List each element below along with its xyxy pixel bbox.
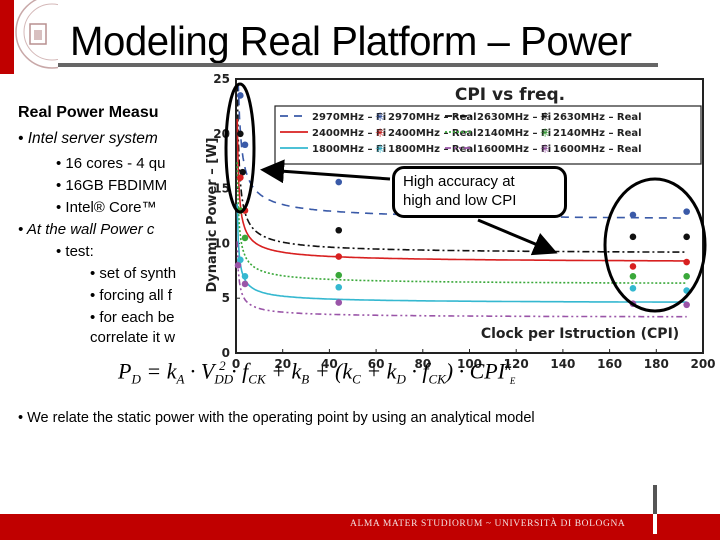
slide-title: Modeling Real Platform – Power — [70, 18, 632, 64]
real-point-2630MHz — [629, 233, 637, 241]
real-point-1600MHz — [241, 280, 249, 288]
real-point-2400MHz — [335, 253, 343, 260]
legend-star-icon: ✳ — [375, 126, 385, 140]
real-point-2970MHz — [683, 208, 690, 215]
real-point-1600MHz — [683, 301, 690, 309]
real-point-1800MHz — [241, 272, 249, 280]
annotation-callout: High accuracy at high and low CPI — [392, 166, 567, 218]
formula-sub: CK — [428, 371, 446, 387]
legend-star-icon: ✳ — [375, 110, 385, 124]
chart-title: CPI vs freq. — [455, 85, 565, 105]
chart-svg: 0 20 40 60 80 100 120 140 160 180 2000510152025CPI… — [205, 72, 716, 371]
formula-lhs-sub: D — [131, 371, 141, 387]
bullet-1-1: • 16 cores - 4 qu — [56, 155, 166, 172]
footer-divider — [653, 485, 657, 514]
bullet-2-1: • test: — [56, 243, 94, 260]
real-point-2630MHz — [237, 130, 244, 138]
legend-star-icon: ✳ — [375, 142, 385, 156]
bullet-2-1-3-cont: correlate it w — [90, 329, 176, 346]
formula-lhs: P — [118, 358, 132, 384]
real-point-2140MHz — [241, 234, 249, 242]
formula-part: + k — [360, 358, 397, 384]
real-point-2970MHz — [237, 92, 244, 99]
legend-label-real: 2400MHz – Real — [388, 128, 477, 139]
bullet-1-2: • 16GB FBDIMM — [56, 177, 168, 194]
formula-sub: B — [301, 371, 310, 387]
bullet-2: • At the wall Power c — [18, 221, 155, 238]
real-point-2970MHz — [629, 211, 637, 219]
formula-sup: k — [505, 358, 511, 373]
bottom-bullet: • We relate the static power with the op… — [18, 410, 535, 426]
university-seal-logo — [15, 0, 58, 69]
legend-label-real: 1600MHz – Real — [553, 144, 642, 155]
formula-sub: D — [396, 371, 406, 387]
x-tick-label: 160 — [597, 357, 622, 370]
real-point-2400MHz — [237, 174, 244, 181]
legend-star-icon: ✳ — [540, 126, 550, 140]
real-point-1600MHz — [234, 262, 242, 269]
formula-sub: CK — [248, 371, 266, 387]
formula-part: + k — [265, 358, 302, 384]
x-axis-label: Clock per Istruction (CPI) — [481, 326, 679, 342]
power-model-formula: PD = kA · VDD2 · fCK + kB + (kC + kD · f… — [118, 358, 515, 388]
x-tick-label: 140 — [550, 357, 575, 370]
legend-label-real: 2630MHz – Real — [553, 112, 642, 123]
real-point-2140MHz — [335, 271, 343, 279]
real-point-2400MHz — [629, 263, 637, 270]
y-axis-label: Dynamic Power – [W] — [205, 138, 220, 293]
real-point-2400MHz — [683, 258, 690, 266]
legend-star-icon: ✳ — [540, 110, 550, 124]
formula-part: ) · CPI — [445, 358, 506, 384]
real-point-1800MHz — [335, 283, 343, 291]
legend-label-real: 1800MHz – Real — [388, 144, 477, 155]
formula-part: · f — [225, 358, 249, 384]
bullet-1-3: • Intel® Core™ — [56, 199, 157, 216]
real-point-2140MHz — [629, 272, 637, 280]
formula-part: · f — [405, 358, 429, 384]
chart-legend: 2970MHz – Fi✳ 2970MHz – Real 2630MHz – Fi✳… — [274, 105, 702, 165]
footer-divider-light — [653, 514, 657, 534]
real-point-2630MHz — [335, 226, 343, 234]
x-tick-label: 180 — [644, 357, 669, 370]
formula-sub: C — [352, 371, 361, 387]
real-point-2970MHz — [335, 178, 343, 186]
bullet-1: • Intel server system — [18, 130, 158, 147]
formula-part: = k — [146, 358, 177, 384]
real-point-2630MHz — [683, 233, 690, 241]
x-tick-label: 200 — [690, 357, 715, 370]
callout-line-1: High accuracy at — [403, 173, 515, 190]
formula-part: · V — [184, 358, 215, 384]
y-tick-label: 5 — [222, 291, 230, 305]
legend-label-real: 2140MHz – Real — [553, 128, 642, 139]
bullet-2-1-2: • forcing all f — [90, 287, 172, 304]
cpi-vs-freq-chart: 0 20 40 60 80 100 120 140 160 180 200 0 5 10 15 20 25 CPI… — [200, 70, 720, 371]
bullet-2-1-3: • for each be — [90, 309, 175, 326]
footer-university-name: ALMA MATER STUDIORUM ~ UNIVERSITÀ DI BOL… — [350, 519, 626, 529]
real-point-1800MHz — [629, 285, 637, 292]
real-point-2970MHz — [241, 141, 249, 149]
y-tick-label: 25 — [213, 72, 230, 86]
legend-star-icon: ✳ — [540, 142, 550, 156]
real-point-2140MHz — [683, 272, 690, 280]
real-point-1600MHz — [335, 299, 343, 306]
bullet-2-1-1: • set of synth — [90, 265, 177, 282]
legend-label-real: 2970MHz – Real — [388, 112, 477, 123]
formula-part: + (k — [309, 358, 353, 384]
callout-line-2: high and low CPI — [403, 192, 517, 209]
formula-sub: E — [509, 375, 516, 386]
section-heading: Real Power Measu — [18, 104, 159, 121]
title-underline — [58, 63, 658, 67]
